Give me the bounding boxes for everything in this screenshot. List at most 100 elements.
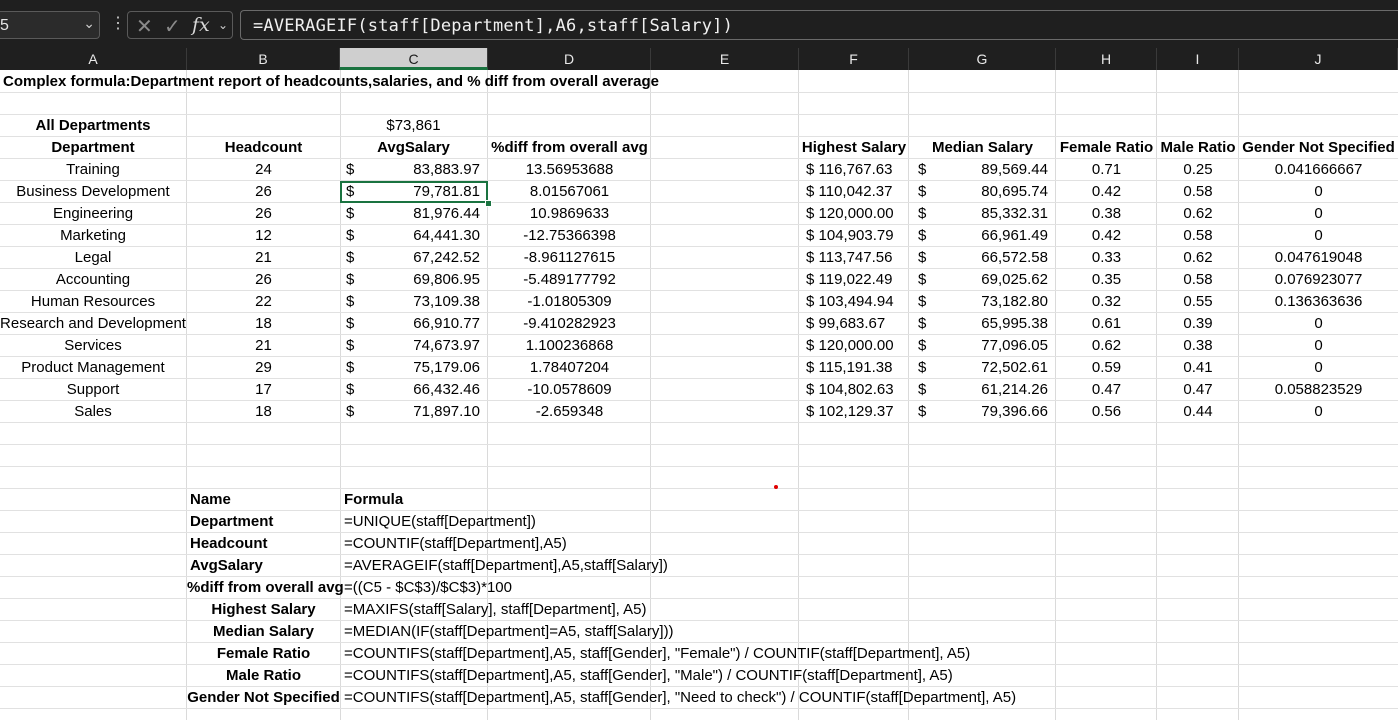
highest-salary-cell[interactable]: $ 110,042.37 <box>806 181 902 203</box>
avg-salary-cell[interactable]: 67,242.52 <box>360 247 480 269</box>
male-ratio-cell[interactable]: 0.62 <box>1157 203 1239 225</box>
column-header-g[interactable]: G <box>909 48 1056 70</box>
gender-not-specified-cell[interactable]: 0 <box>1239 181 1398 203</box>
fill-handle[interactable] <box>485 200 492 207</box>
formula-name-cell[interactable]: Female Ratio <box>187 643 340 665</box>
male-ratio-cell[interactable]: 0.58 <box>1157 181 1239 203</box>
highest-salary-cell[interactable]: $ 115,191.38 <box>806 357 902 379</box>
formula-name-cell[interactable]: Gender Not Specified <box>187 687 340 709</box>
gender-not-specified-cell[interactable]: 0.058823529 <box>1239 379 1398 401</box>
formula-text-cell[interactable]: =COUNTIFS(staff[Department],A5, staff[Ge… <box>344 665 953 687</box>
formula-name-cell[interactable]: Median Salary <box>187 621 340 643</box>
headcount-cell[interactable]: 24 <box>187 159 340 181</box>
selected-cell[interactable] <box>340 181 488 203</box>
headcount-cell[interactable]: 17 <box>187 379 340 401</box>
median-salary-cell[interactable]: 69,025.62 <box>930 269 1048 291</box>
highest-salary-cell[interactable]: $ 119,022.49 <box>806 269 902 291</box>
gender-not-specified-cell[interactable]: 0 <box>1239 225 1398 247</box>
column-header-h[interactable]: H <box>1056 48 1157 70</box>
female-ratio-cell[interactable]: 0.62 <box>1056 335 1157 357</box>
department-cell[interactable]: Product Management <box>0 357 186 379</box>
enter-check-icon[interactable]: ✓ <box>164 14 181 39</box>
avg-salary-cell[interactable]: 74,673.97 <box>360 335 480 357</box>
formula-text-cell[interactable]: =COUNTIFS(staff[Department],A5, staff[Ge… <box>344 643 970 665</box>
headcount-cell[interactable]: 21 <box>187 335 340 357</box>
column-header-b[interactable]: B <box>187 48 340 70</box>
pct-diff-cell[interactable]: -10.0578609 <box>488 379 651 401</box>
pct-diff-cell[interactable]: 1.78407204 <box>488 357 651 379</box>
highest-salary-cell[interactable]: $ 113,747.56 <box>806 247 902 269</box>
highest-salary-cell[interactable]: $ 116,767.63 <box>806 159 902 181</box>
female-ratio-cell[interactable]: 0.42 <box>1056 225 1157 247</box>
formula-text-cell[interactable]: =UNIQUE(staff[Department]) <box>344 511 536 533</box>
female-ratio-cell[interactable]: 0.47 <box>1056 379 1157 401</box>
gender-not-specified-cell[interactable]: 0 <box>1239 357 1398 379</box>
gender-not-specified-cell[interactable]: 0.136363636 <box>1239 291 1398 313</box>
highest-salary-cell[interactable]: $ 102,129.37 <box>806 401 902 423</box>
highest-salary-cell[interactable]: $ 104,903.79 <box>806 225 902 247</box>
median-salary-cell[interactable]: 80,695.74 <box>930 181 1048 203</box>
department-cell[interactable]: Research and Development <box>0 313 186 335</box>
formula-text-cell[interactable]: =COUNTIF(staff[Department],A5) <box>344 533 567 555</box>
formula-name-cell[interactable]: Department <box>190 511 273 533</box>
female-ratio-cell[interactable]: 0.71 <box>1056 159 1157 181</box>
column-header-e[interactable]: E <box>651 48 799 70</box>
avg-salary-cell[interactable]: 73,109.38 <box>360 291 480 313</box>
fx-icon[interactable]: fx <box>192 14 210 36</box>
avg-salary-cell[interactable]: 75,179.06 <box>360 357 480 379</box>
name-box[interactable]: 5 ⌄ <box>0 11 100 39</box>
female-ratio-cell[interactable]: 0.56 <box>1056 401 1157 423</box>
female-ratio-cell[interactable]: 0.61 <box>1056 313 1157 335</box>
department-cell[interactable]: Training <box>0 159 186 181</box>
pct-diff-cell[interactable]: -8.961127615 <box>488 247 651 269</box>
median-salary-cell[interactable]: 61,214.26 <box>930 379 1048 401</box>
female-ratio-cell[interactable]: 0.59 <box>1056 357 1157 379</box>
column-header-d[interactable]: D <box>488 48 651 70</box>
formula-text-cell[interactable]: =((C5 - $C$3)/$C$3)*100 <box>344 577 512 599</box>
pct-diff-cell[interactable]: -5.489177792 <box>488 269 651 291</box>
median-salary-cell[interactable]: 65,995.38 <box>930 313 1048 335</box>
department-cell[interactable]: Business Development <box>0 181 186 203</box>
pct-diff-cell[interactable]: 8.01567061 <box>488 181 651 203</box>
male-ratio-cell[interactable]: 0.55 <box>1157 291 1239 313</box>
formula-text-cell[interactable]: =COUNTIFS(staff[Department],A5, staff[Ge… <box>344 687 1016 709</box>
male-ratio-cell[interactable]: 0.62 <box>1157 247 1239 269</box>
headcount-cell[interactable]: 18 <box>187 401 340 423</box>
median-salary-cell[interactable]: 79,396.66 <box>930 401 1048 423</box>
gender-not-specified-cell[interactable]: 0 <box>1239 203 1398 225</box>
gender-not-specified-cell[interactable]: 0 <box>1239 313 1398 335</box>
female-ratio-cell[interactable]: 0.42 <box>1056 181 1157 203</box>
highest-salary-cell[interactable]: $ 120,000.00 <box>806 335 902 357</box>
female-ratio-cell[interactable]: 0.35 <box>1056 269 1157 291</box>
headcount-cell[interactable]: 29 <box>187 357 340 379</box>
headcount-cell[interactable]: 21 <box>187 247 340 269</box>
avg-salary-cell[interactable]: 69,806.95 <box>360 269 480 291</box>
headcount-cell[interactable]: 26 <box>187 269 340 291</box>
pct-diff-cell[interactable]: -1.01805309 <box>488 291 651 313</box>
male-ratio-cell[interactable]: 0.58 <box>1157 225 1239 247</box>
formula-name-cell[interactable]: Headcount <box>190 533 268 555</box>
female-ratio-cell[interactable]: 0.32 <box>1056 291 1157 313</box>
department-cell[interactable]: Engineering <box>0 203 186 225</box>
department-cell[interactable]: Human Resources <box>0 291 186 313</box>
avg-salary-cell[interactable]: 64,441.30 <box>360 225 480 247</box>
pct-diff-cell[interactable]: -2.659348 <box>488 401 651 423</box>
male-ratio-cell[interactable]: 0.44 <box>1157 401 1239 423</box>
chevron-down-icon[interactable]: ⌄ <box>218 18 228 32</box>
highest-salary-cell[interactable]: $ 103,494.94 <box>806 291 902 313</box>
median-salary-cell[interactable]: 72,502.61 <box>930 357 1048 379</box>
pct-diff-cell[interactable]: 10.9869633 <box>488 203 651 225</box>
avg-salary-cell[interactable]: 83,883.97 <box>360 159 480 181</box>
headcount-cell[interactable]: 26 <box>187 203 340 225</box>
gender-not-specified-cell[interactable]: 0.076923077 <box>1239 269 1398 291</box>
gender-not-specified-cell[interactable]: 0.041666667 <box>1239 159 1398 181</box>
male-ratio-cell[interactable]: 0.41 <box>1157 357 1239 379</box>
median-salary-cell[interactable]: 66,572.58 <box>930 247 1048 269</box>
department-cell[interactable]: Services <box>0 335 186 357</box>
formula-name-cell[interactable]: Highest Salary <box>187 599 340 621</box>
male-ratio-cell[interactable]: 0.25 <box>1157 159 1239 181</box>
column-header-j[interactable]: J <box>1239 48 1398 70</box>
median-salary-cell[interactable]: 89,569.44 <box>930 159 1048 181</box>
headcount-cell[interactable]: 26 <box>187 181 340 203</box>
headcount-cell[interactable]: 12 <box>187 225 340 247</box>
